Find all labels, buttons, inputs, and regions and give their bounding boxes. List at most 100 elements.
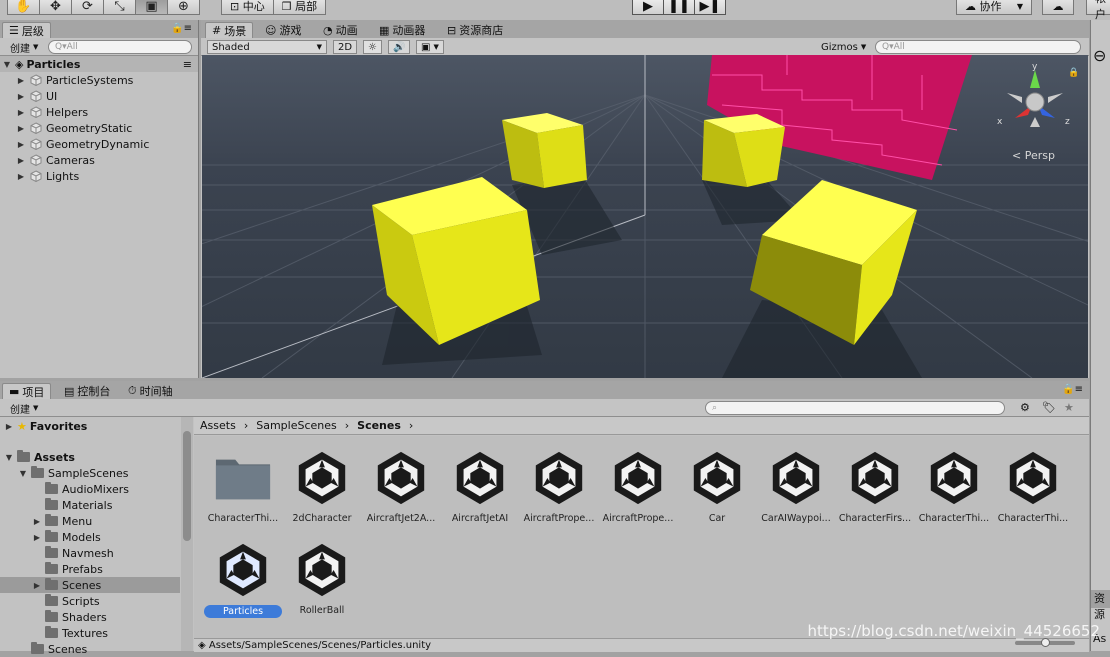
filter-type-icon[interactable]: ⚙	[1020, 401, 1030, 414]
lighting-toggle[interactable]: ☼	[363, 40, 382, 54]
pause-button[interactable]: ❚❚	[663, 0, 695, 15]
tab-scene-1[interactable]: ☺ 游戏	[259, 22, 307, 38]
hierarchy-item[interactable]: ▶ UI	[16, 88, 57, 104]
pivot-local-button[interactable]: ❒ 局部	[272, 0, 327, 15]
asset-scene[interactable]: CharacterThi...	[915, 448, 993, 524]
assets-row[interactable]: ▼ Assets	[4, 449, 75, 465]
toggle-2d-button[interactable]: 2D	[333, 40, 358, 54]
project-create-button[interactable]: 创建 ▼	[6, 401, 42, 416]
hierarchy-item[interactable]: ▶ ParticleSystems	[16, 72, 133, 88]
asset-scene[interactable]: 2dCharacter	[283, 448, 361, 524]
tree-folder-row[interactable]: ▼ SampleScenes	[0, 465, 180, 481]
gizmos-dropdown[interactable]: Gizmos ▼	[817, 40, 870, 54]
folder-icon: ▬	[9, 385, 20, 398]
tab-scene-4[interactable]: ⊟ 资源商店	[441, 22, 509, 38]
axis-z-label: z	[1065, 117, 1070, 127]
hand-icon[interactable]: ✋	[7, 0, 40, 15]
transform-icon[interactable]: ⊕	[167, 0, 200, 15]
breadcrumb-item[interactable]: SampleScenes	[256, 419, 337, 432]
expand-arrow-icon: ▼	[3, 59, 11, 69]
tab-scene-3[interactable]: ▦ 动画器	[373, 22, 431, 38]
asset-folder[interactable]: CharacterThi...	[204, 448, 282, 524]
effects-toggle[interactable]: ▣ ▼	[416, 40, 444, 54]
move-icon[interactable]: ✥	[39, 0, 72, 15]
favorite-star-icon[interactable]: ★	[1064, 401, 1074, 414]
hierarchy-search-input[interactable]: Q▾All	[48, 40, 192, 54]
tree-folder-row[interactable]: Shaders	[0, 609, 180, 625]
scene-viewport[interactable]: y x z 🔒 < Persp	[202, 55, 1088, 378]
asset-scene[interactable]: AircraftPrope...	[599, 448, 677, 524]
tree-folder-row[interactable]: Prefabs	[0, 561, 180, 577]
cloud-button[interactable]: ☁	[1042, 0, 1074, 15]
favorites-row[interactable]: ▶ ★ Favorites	[4, 418, 87, 434]
back-arrow-icon[interactable]: ⊖	[1093, 46, 1106, 65]
tab-project-2[interactable]: ⏱ 时间轴	[122, 383, 179, 399]
lock-icon[interactable]: 🔒	[1068, 67, 1079, 78]
breadcrumb-item[interactable]: Assets	[200, 419, 236, 432]
asset-scene[interactable]: AircraftPrope...	[520, 448, 598, 524]
hierarchy-item[interactable]: ▶ Helpers	[16, 104, 88, 120]
asset-scene[interactable]: AircraftJetAI	[441, 448, 519, 524]
asset-scene[interactable]: CharacterFirs...	[836, 448, 914, 524]
hierarchy-item[interactable]: ▶ Lights	[16, 168, 79, 184]
asset-label: CharacterThi...	[997, 513, 1069, 524]
hierarchy-item[interactable]: ▶ Cameras	[16, 152, 95, 168]
tab-scene-2[interactable]: ◔ 动画	[317, 22, 364, 38]
expand-arrow-icon: ▶	[17, 171, 25, 181]
tab-project-1[interactable]: ▤ 控制台	[58, 383, 116, 399]
tab-hierarchy[interactable]: ☰ 层级	[2, 22, 51, 38]
persp-label[interactable]: < Persp	[1012, 149, 1055, 162]
project-search-input[interactable]: ⌕	[705, 401, 1005, 415]
orientation-gizmo[interactable]	[1007, 70, 1063, 127]
collab-button[interactable]: ☁ 协作 ▼	[956, 0, 1032, 15]
asset-scene[interactable]: Car	[678, 448, 756, 524]
tab-scene-0[interactable]: # 场景	[205, 22, 254, 38]
panel-menu-icon[interactable]: 🔒≡	[1062, 384, 1083, 395]
audio-toggle[interactable]: 🔊	[388, 40, 411, 54]
tree-folder-row[interactable]: Scripts	[0, 593, 180, 609]
asset-scene[interactable]: CharacterThi...	[994, 448, 1072, 524]
yellow-cube[interactable]	[502, 113, 587, 188]
shading-mode-dropdown[interactable]: Shaded ▼	[207, 40, 327, 54]
clock-icon: ◔	[323, 23, 333, 37]
asset-scene[interactable]: AircraftJet2A...	[362, 448, 440, 524]
grid-icon: #	[212, 24, 222, 37]
icon-size-slider[interactable]	[1015, 638, 1075, 647]
rect-icon[interactable]: ▣	[135, 0, 168, 15]
tree-folder-row[interactable]: Scenes	[0, 641, 180, 657]
breadcrumb-item[interactable]: Scenes	[357, 419, 401, 432]
hierarchy-item[interactable]: ▶ GeometryStatic	[16, 120, 132, 136]
hierarchy-create-button[interactable]: 创建 ▼	[6, 40, 42, 55]
pivot-center-button[interactable]: ⊡ 中心	[221, 0, 274, 15]
rotate-icon[interactable]: ⟳	[71, 0, 104, 15]
asset-scene[interactable]: Particles	[204, 540, 282, 618]
tree-folder-row[interactable]: ▶ Models	[0, 529, 180, 545]
unity-scene-icon	[614, 451, 662, 505]
tree-folder-row[interactable]: Textures	[0, 625, 180, 641]
scene-menu-icon[interactable]: ≡	[183, 58, 192, 71]
account-button[interactable]: 帐户	[1086, 0, 1110, 21]
hierarchy-item[interactable]: ▶ GeometryDynamic	[16, 136, 149, 152]
scrollbar-thumb[interactable]	[183, 431, 191, 541]
tree-folder-row[interactable]: ▶ Scenes	[0, 577, 180, 593]
tree-scrollbar[interactable]	[181, 417, 193, 651]
asset-scene[interactable]: RollerBall	[283, 540, 361, 616]
tree-folder-row[interactable]: Materials	[0, 497, 180, 513]
play-button[interactable]: ▶	[632, 0, 664, 15]
filter-label-icon[interactable]: 🏷	[1042, 401, 1056, 414]
cloud-group: ☁	[1042, 0, 1074, 15]
tree-folder-row[interactable]: Navmesh	[0, 545, 180, 561]
yellow-cube[interactable]	[702, 114, 785, 187]
tree-folder-row[interactable]: AudioMixers	[0, 481, 180, 497]
gamepad-icon: ☺	[265, 23, 277, 37]
tree-folder-row[interactable]: ▶ Menu	[0, 513, 180, 529]
step-button[interactable]: ▶❚	[694, 0, 726, 15]
scale-icon[interactable]: ⤡	[103, 0, 136, 15]
gameobject-icon	[30, 138, 42, 150]
scene-search-input[interactable]: Q▾All	[875, 40, 1081, 54]
panel-menu-icon[interactable]: 🔒≡	[171, 23, 192, 34]
tab-inspector-partial[interactable]: 资源	[1091, 590, 1110, 621]
tab-project-0[interactable]: ▬ 项目	[2, 383, 52, 399]
scene-root-row[interactable]: ▼ ◈ Particles ≡	[0, 56, 198, 72]
asset-scene[interactable]: CarAIWaypoi...	[757, 448, 835, 524]
